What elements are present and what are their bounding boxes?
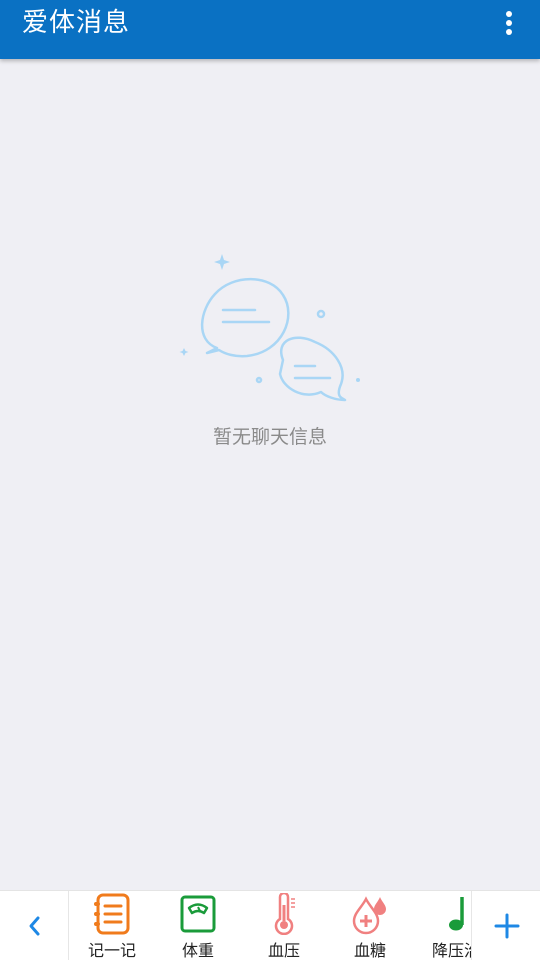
blood-drop-icon: [352, 896, 386, 935]
add-tool-button[interactable]: [471, 891, 540, 960]
tool-label: 血糖: [353, 941, 386, 960]
chevron-left-icon: [29, 916, 40, 936]
tool-blood-sugar[interactable]: 血糖: [327, 891, 413, 960]
thermometer-icon: [274, 893, 295, 935]
music-note-icon: [449, 897, 464, 931]
tool-weight[interactable]: 体重: [155, 891, 241, 960]
tool-label: 血压: [267, 941, 300, 960]
app-bar: 爱体消息: [0, 0, 540, 59]
tool-blood-pressure[interactable]: 血压: [241, 891, 327, 960]
tool-notebook[interactable]: 记一记: [69, 891, 155, 960]
chat-bubbles-icon: [179, 254, 360, 402]
weight-scale-icon: [180, 895, 216, 933]
scroll-left-button[interactable]: [0, 891, 69, 960]
tool-hypertension-therapy[interactable]: 降压治: [413, 891, 471, 960]
tool-label: 体重: [181, 941, 214, 960]
empty-state: 暂无聊天信息: [0, 250, 540, 460]
tool-label: 记一记: [87, 941, 136, 960]
empty-state-message: 暂无聊天信息: [212, 426, 327, 448]
tools-strip[interactable]: 记一记 体重 血压 血糖 降压: [69, 891, 471, 960]
more-options-button[interactable]: [498, 8, 520, 38]
notebook-icon: [94, 893, 130, 935]
bottom-toolbar: 记一记 体重 血压 血糖 降压: [0, 890, 540, 960]
app-screen: 爱体消息 暂无聊天信息 记一记 体重 血压 血糖 降压: [0, 0, 540, 960]
page-title: 爱体消息: [22, 8, 131, 38]
plus-icon: [494, 913, 520, 939]
tool-label: 降压治: [431, 941, 471, 960]
